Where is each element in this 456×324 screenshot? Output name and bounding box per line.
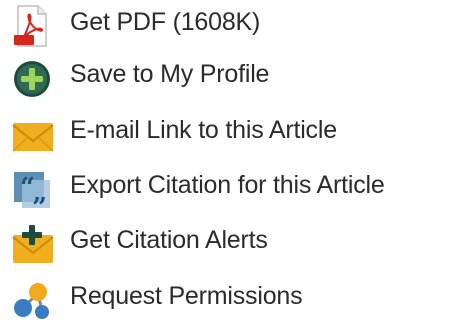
get-pdf-link[interactable]: Get PDF (1608K) — [0, 0, 456, 50]
email-link-link[interactable]: E-mail Link to this Article — [0, 108, 456, 158]
add-circle-icon — [14, 61, 50, 97]
citation-alerts-label: Get Citation Alerts — [70, 226, 268, 254]
envelope-plus-icon — [12, 225, 54, 263]
envelope-icon — [12, 123, 54, 152]
molecule-icon — [14, 283, 49, 319]
svg-text:”: ” — [32, 193, 47, 212]
citation-alerts-link[interactable]: Get Citation Alerts — [0, 218, 456, 268]
article-tools-menu: Get PDF (1608K) Save to My Profile E-mai… — [0, 0, 456, 324]
get-pdf-label: Get PDF (1608K) — [70, 8, 261, 36]
export-citation-label: Export Citation for this Article — [70, 171, 385, 199]
save-to-profile-link[interactable]: Save to My Profile — [0, 52, 456, 102]
export-citation-link[interactable]: “ ” Export Citation for this Article — [0, 163, 456, 213]
request-permissions-link[interactable]: Request Permissions — [0, 274, 456, 324]
quote-icon: “ ” — [14, 172, 50, 212]
email-link-label: E-mail Link to this Article — [70, 116, 337, 144]
save-to-profile-label: Save to My Profile — [70, 60, 270, 88]
request-permissions-label: Request Permissions — [70, 282, 303, 310]
pdf-icon — [14, 5, 47, 47]
